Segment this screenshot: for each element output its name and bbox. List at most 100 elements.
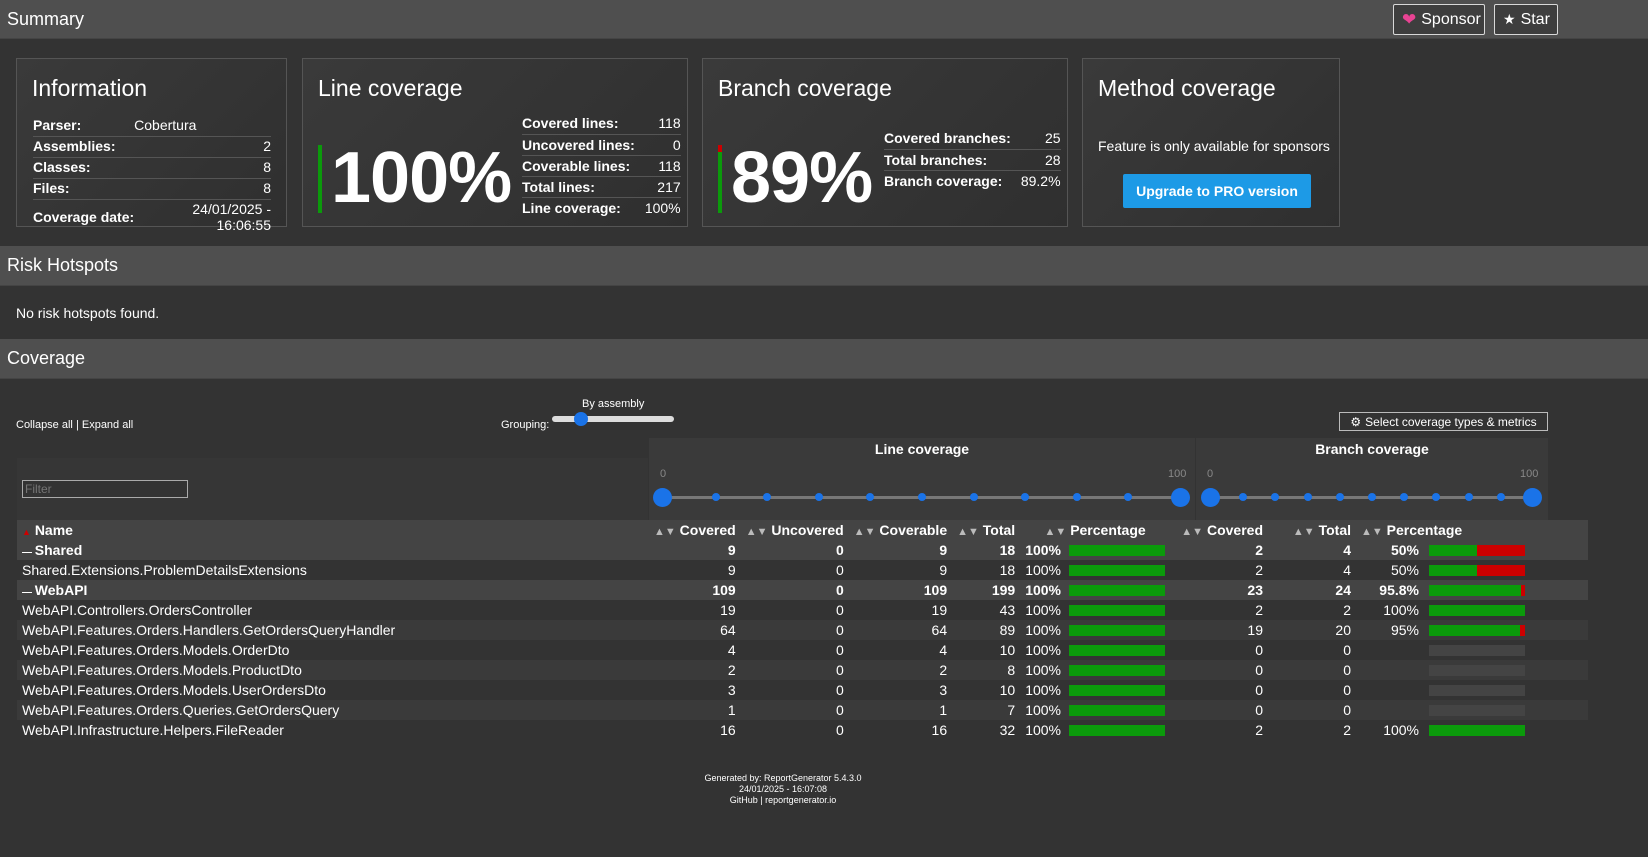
class-row[interactable]: WebAPI.Features.Orders.Queries.GetOrders… bbox=[17, 700, 1588, 720]
row-name[interactable]: — Shared bbox=[17, 540, 649, 560]
row-name[interactable]: WebAPI.Features.Orders.Models.UserOrders… bbox=[17, 680, 649, 700]
grouping-slider[interactable] bbox=[552, 412, 674, 426]
line-slider-min-handle[interactable] bbox=[653, 488, 672, 507]
line-coverable: 19 bbox=[931, 602, 948, 618]
slider-tick bbox=[1303, 493, 1312, 501]
line-stat-row: Total lines: 217 bbox=[522, 176, 681, 198]
slider-tick bbox=[1496, 493, 1505, 501]
line-range-slider[interactable]: 0 100 bbox=[652, 466, 1190, 516]
line-slider-max-handle[interactable] bbox=[1171, 488, 1190, 507]
line-percentage: 100% bbox=[1020, 700, 1170, 720]
class-row[interactable]: WebAPI.Features.Orders.Models.OrderDto 4 0… bbox=[17, 640, 1588, 660]
branch-percentage: 50% bbox=[1390, 562, 1419, 578]
slider-tick bbox=[763, 493, 772, 501]
filter-input[interactable] bbox=[22, 480, 188, 498]
information-card: Information Parser: Cobertura Assemblies: 2… bbox=[16, 58, 287, 233]
line-uncovered: 0 bbox=[835, 602, 844, 618]
branch-stat-value: 89.2% bbox=[1020, 172, 1061, 189]
branch-covered: 0 bbox=[1255, 702, 1263, 718]
branch-range-slider[interactable]: 0 100 bbox=[1199, 466, 1544, 516]
reportgenerator-link[interactable]: reportgenerator.io bbox=[765, 795, 836, 805]
branch-covered: 19 bbox=[1247, 622, 1263, 638]
info-key: Coverage date: bbox=[33, 208, 135, 225]
github-link[interactable]: GitHub bbox=[730, 795, 758, 805]
collapse-all-link[interactable]: Collapse all bbox=[16, 419, 73, 431]
col-branch-percentage[interactable]: ▲▼ Percentage bbox=[1356, 520, 1588, 540]
page-title: Summary bbox=[7, 8, 85, 29]
col-percentage[interactable]: ▲▼ Percentage bbox=[1020, 520, 1170, 540]
assembly-row[interactable]: — WebAPI 109 0 109 199 100% 23 24 95.8% bbox=[17, 580, 1588, 600]
slider-tick bbox=[1239, 493, 1248, 501]
branch-slider-max: 100 bbox=[1520, 468, 1539, 480]
line-uncovered: 0 bbox=[835, 542, 844, 558]
class-row[interactable]: WebAPI.Controllers.OrdersController 19 0 19… bbox=[17, 600, 1588, 620]
branch-total: 0 bbox=[1343, 702, 1351, 718]
star-button[interactable]: ★ Star bbox=[1494, 4, 1558, 35]
line-total: 32 bbox=[999, 722, 1016, 738]
line-uncovered: 0 bbox=[835, 582, 844, 598]
information-table: Parser: Cobertura Assemblies: 2 Classes: 8 Fil… bbox=[33, 115, 271, 235]
line-coverage-bar bbox=[1069, 544, 1165, 556]
slider-tick bbox=[711, 493, 720, 501]
slider-tick bbox=[1335, 493, 1344, 501]
branch-covered: 0 bbox=[1255, 682, 1263, 698]
line-coverable: 2 bbox=[939, 662, 948, 678]
col-coverable[interactable]: ▲▼ Coverable bbox=[849, 520, 952, 540]
line-uncovered: 0 bbox=[835, 642, 844, 658]
col-name[interactable]: ▲ Name bbox=[17, 520, 649, 540]
branch-percentage bbox=[1356, 640, 1424, 660]
gear-icon: ⚙ bbox=[1350, 414, 1362, 429]
col-total[interactable]: ▲▼ Total bbox=[952, 520, 1020, 540]
collapse-icon[interactable]: — bbox=[22, 547, 35, 558]
row-name[interactable]: — WebAPI bbox=[17, 580, 649, 600]
col-branch-total[interactable]: ▲▼ Total bbox=[1268, 520, 1356, 540]
class-row[interactable]: WebAPI.Features.Orders.Models.ProductDto… bbox=[17, 660, 1588, 680]
expand-all-link[interactable]: Expand all bbox=[82, 419, 133, 431]
info-value: 2 bbox=[134, 136, 271, 158]
row-name[interactable]: WebAPI.Features.Orders.Models.OrderDto bbox=[17, 640, 649, 660]
upgrade-button[interactable]: Upgrade to PRO version bbox=[1123, 174, 1311, 208]
row-name[interactable]: Shared.Extensions.ProblemDetailsExtensio… bbox=[17, 560, 649, 580]
class-row[interactable]: WebAPI.Features.Orders.Models.UserOrders… bbox=[17, 680, 1588, 700]
line-covered: 3 bbox=[727, 682, 736, 698]
class-row[interactable]: WebAPI.Features.Orders.Handlers.GetOrder… bbox=[17, 620, 1588, 640]
branch-coverage-bar bbox=[1429, 704, 1525, 716]
row-name[interactable]: WebAPI.Features.Orders.Handlers.GetOrder… bbox=[17, 620, 649, 640]
row-name[interactable]: WebAPI.Features.Orders.Models.ProductDto bbox=[17, 660, 649, 680]
sponsor-button[interactable]: ❤ Sponsor bbox=[1393, 4, 1485, 35]
class-row[interactable]: WebAPI.Infrastructure.Helpers.FileReader… bbox=[17, 720, 1588, 740]
line-total: 18 bbox=[999, 562, 1016, 578]
branch-bar-cell bbox=[1424, 720, 1588, 740]
row-name[interactable]: WebAPI.Infrastructure.Helpers.FileReader bbox=[17, 720, 649, 740]
collapse-icon[interactable]: — bbox=[22, 587, 35, 598]
branch-coverage-bar bbox=[1429, 684, 1525, 696]
line-covered: 19 bbox=[720, 602, 736, 618]
coverage-table: ▲ Name ▲▼ Covered ▲▼ Uncovered ▲▼ Covera… bbox=[17, 520, 1588, 740]
branch-slider-max-handle[interactable] bbox=[1523, 488, 1542, 507]
info-row: Assemblies: 2 bbox=[33, 136, 271, 158]
branch-slider-min-handle[interactable] bbox=[1201, 488, 1220, 507]
line-coverable: 9 bbox=[939, 562, 948, 578]
branch-bar-cell bbox=[1424, 560, 1588, 580]
col-covered[interactable]: ▲▼ Covered bbox=[649, 520, 741, 540]
slider-tick bbox=[1368, 493, 1376, 501]
line-stat-row: Line coverage: 100% bbox=[522, 197, 681, 218]
branch-percentage bbox=[1356, 700, 1424, 720]
line-uncovered: 0 bbox=[835, 722, 844, 738]
select-coverage-types-button[interactable]: ⚙ Select coverage types & metrics bbox=[1339, 412, 1548, 431]
line-coverage-bar bbox=[1069, 704, 1165, 716]
branch-bar-cell bbox=[1424, 700, 1588, 720]
branch-coverage-bar bbox=[1429, 724, 1525, 736]
col-branch-covered[interactable]: ▲▼ Covered bbox=[1170, 520, 1268, 540]
line-total: 10 bbox=[999, 642, 1016, 658]
branch-bar-cell bbox=[1424, 540, 1588, 560]
col-uncovered[interactable]: ▲▼ Uncovered bbox=[741, 520, 849, 540]
row-name[interactable]: WebAPI.Controllers.OrdersController bbox=[17, 600, 649, 620]
branch-covered: 0 bbox=[1255, 642, 1263, 658]
line-coverable: 3 bbox=[939, 682, 948, 698]
branch-total: 0 bbox=[1343, 642, 1351, 658]
class-row[interactable]: Shared.Extensions.ProblemDetailsExtensio… bbox=[17, 560, 1588, 580]
assembly-row[interactable]: — Shared 9 0 9 18 100% 2 4 50% bbox=[17, 540, 1588, 560]
row-name[interactable]: WebAPI.Features.Orders.Queries.GetOrders… bbox=[17, 700, 649, 720]
line-uncovered: 0 bbox=[835, 702, 844, 718]
